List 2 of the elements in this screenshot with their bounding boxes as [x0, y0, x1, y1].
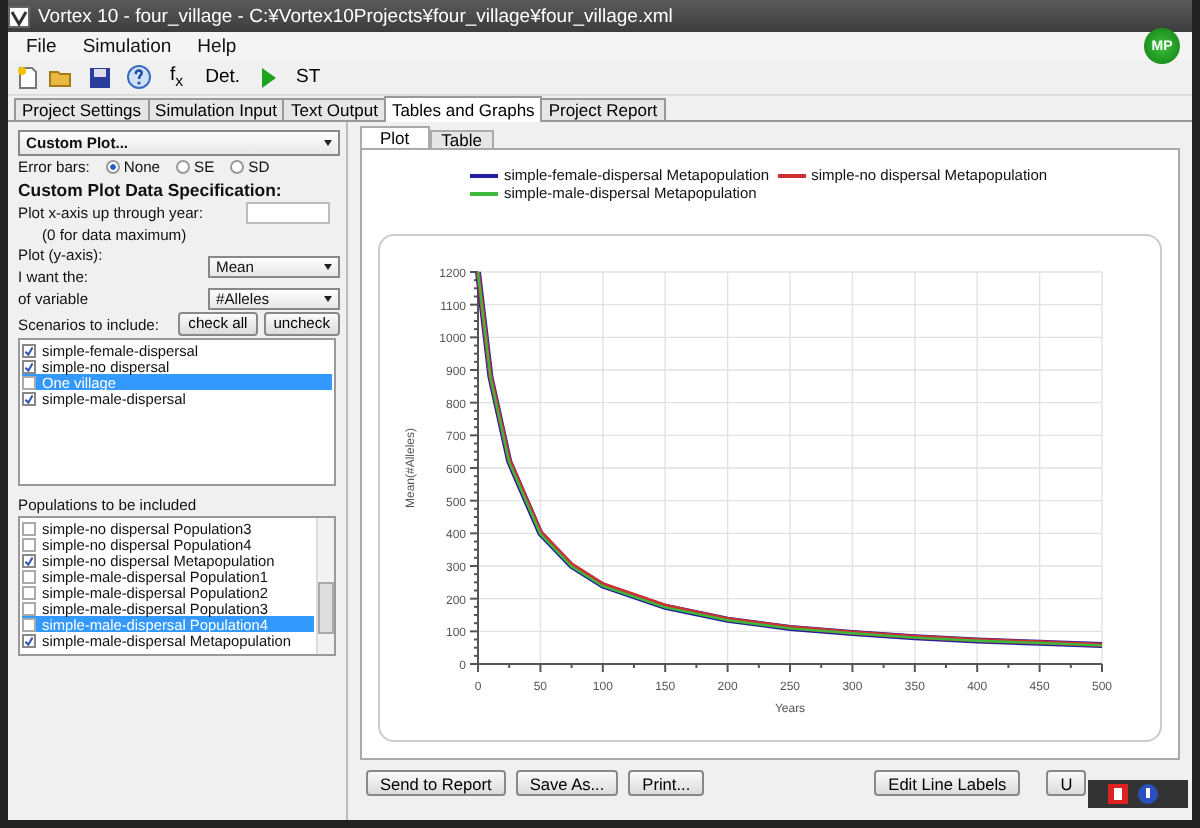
- section-heading: Custom Plot Data Specification:: [18, 180, 284, 200]
- window-title: Vortex 10 - four_village - C:¥Vortex10Projects¥four_village¥four_village.xml: [38, 5, 673, 27]
